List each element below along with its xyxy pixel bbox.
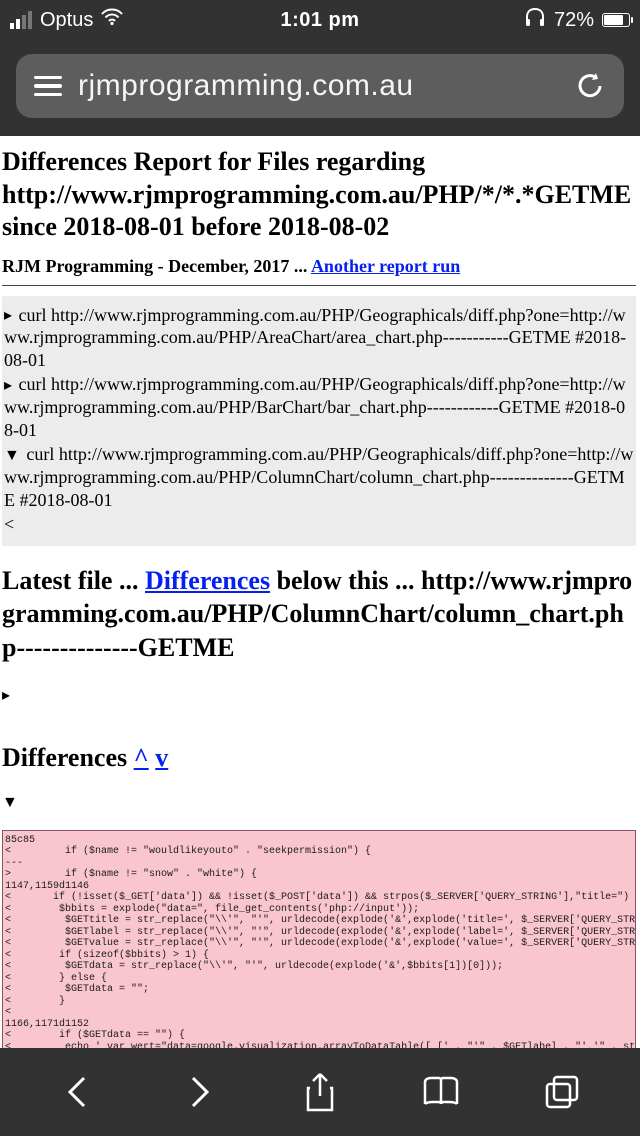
latest-file-heading: Latest file ... Differences below this .… <box>2 564 636 665</box>
back-button[interactable] <box>46 1060 110 1124</box>
browser-toolbar <box>0 1048 640 1136</box>
disclosure-down-icon[interactable]: ▼ <box>2 794 18 812</box>
battery-pct: 72% <box>554 9 594 32</box>
wifi-icon <box>101 8 123 32</box>
headphones-icon <box>524 7 546 33</box>
nav-down-link[interactable]: v <box>155 743 168 772</box>
url-bar[interactable]: rjmprogramming.com.au <box>16 54 624 118</box>
disclosure-right-icon[interactable]: ▸ <box>2 685 10 705</box>
curl-text-1: curl http://www.rjmprogramming.com.au/PH… <box>4 305 626 370</box>
section-disclosure[interactable]: ▸ <box>2 683 636 705</box>
diff-output: 85c85 < if ($name != "wouldlikeyouto" . … <box>2 830 636 1068</box>
latest-file-pre: Latest file ... <box>2 566 145 595</box>
differences-link[interactable]: Differences <box>145 566 270 595</box>
forward-button[interactable] <box>167 1060 231 1124</box>
status-left: Optus <box>10 8 123 32</box>
disclosure-down-icon[interactable]: ▼ <box>4 446 20 466</box>
tabs-button[interactable] <box>530 1060 594 1124</box>
curl-row-3[interactable]: ▼ curl http://www.rjmprogramming.com.au/… <box>4 443 634 511</box>
carrier-label: Optus <box>40 9 93 32</box>
share-button[interactable] <box>288 1060 352 1124</box>
battery-icon <box>602 13 630 27</box>
byline: RJM Programming - December, 2017 ... Ano… <box>2 256 636 277</box>
disclosure-right-icon[interactable]: ▸ <box>4 376 12 396</box>
url-text: rjmprogramming.com.au <box>78 69 558 103</box>
reload-icon[interactable] <box>574 70 606 102</box>
commands-tail: < <box>4 513 634 536</box>
page-content: Differences Report for Files regarding h… <box>0 136 640 1068</box>
curl-row-2[interactable]: ▸ curl http://www.rjmprogramming.com.au/… <box>4 373 634 441</box>
browser-navbar: rjmprogramming.com.au <box>0 40 640 136</box>
page-title: Differences Report for Files regarding h… <box>2 146 636 244</box>
status-bar: Optus 1:01 pm 72% <box>0 0 640 40</box>
curl-text-3: curl http://www.rjmprogramming.com.au/PH… <box>4 444 633 509</box>
curl-row-1[interactable]: ▸ curl http://www.rjmprogramming.com.au/… <box>4 304 634 372</box>
disclosure-right-icon[interactable]: ▸ <box>4 306 12 326</box>
diff-disclosure[interactable]: ▼ <box>2 791 636 812</box>
reader-menu-icon[interactable] <box>34 76 62 97</box>
signal-icon <box>10 11 32 29</box>
status-right: 72% <box>524 7 630 33</box>
differences-label: Differences <box>2 743 134 772</box>
nav-up-link[interactable]: ^ <box>134 743 149 772</box>
header-rule <box>2 285 636 286</box>
another-report-link[interactable]: Another report run <box>311 256 460 276</box>
differences-heading: Differences ^ v <box>2 743 636 773</box>
byline-prefix: RJM Programming - December, 2017 ... <box>2 256 311 276</box>
curl-text-2: curl http://www.rjmprogramming.com.au/PH… <box>4 374 626 439</box>
bookmarks-button[interactable] <box>409 1060 473 1124</box>
curl-commands-block: ▸ curl http://www.rjmprogramming.com.au/… <box>2 296 636 546</box>
